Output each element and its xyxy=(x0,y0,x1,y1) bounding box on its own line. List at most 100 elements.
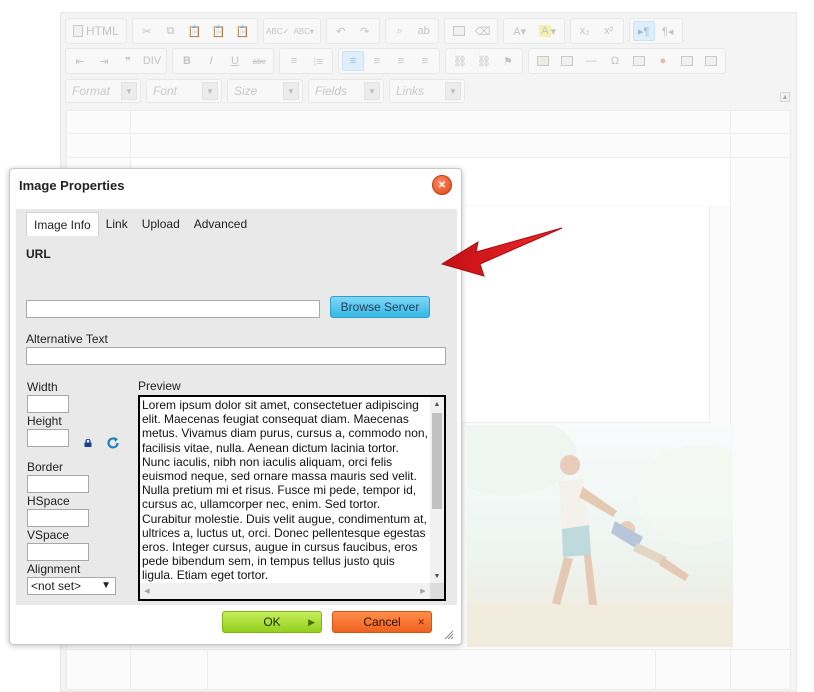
links-combo[interactable]: Links ▼ xyxy=(389,79,465,103)
text-direction-rtl-icon[interactable]: ¶◂ xyxy=(657,21,679,41)
iframe-icon[interactable] xyxy=(628,51,650,71)
collapse-toolbar-icon[interactable]: ▲ xyxy=(780,92,790,102)
table-icon[interactable] xyxy=(556,51,578,71)
tab-upload[interactable]: Upload xyxy=(134,212,187,236)
links-combo-label: Links xyxy=(396,84,425,98)
spellcheck-as-you-type-icon[interactable]: ABC▾ xyxy=(291,21,317,41)
chevron-down-icon: ▼ xyxy=(445,82,461,100)
outdent-icon[interactable]: ⇤ xyxy=(69,51,91,71)
cancel-button[interactable]: Cancel ✕ xyxy=(332,611,432,633)
preview-icon[interactable] xyxy=(700,51,722,71)
strikethrough-icon[interactable]: abc xyxy=(248,51,270,71)
unlink-icon[interactable]: ⛓ xyxy=(473,51,495,71)
justify-icon[interactable]: ≡ xyxy=(414,51,436,71)
map-pin-icon[interactable]: ● xyxy=(652,51,674,71)
align-center-icon[interactable]: ≡ xyxy=(366,51,388,71)
preview-vertical-scrollbar[interactable]: ▲ ▼ xyxy=(430,397,444,583)
toolbar-group-direction: ▸¶ ¶◂ xyxy=(628,18,683,44)
template-icon[interactable] xyxy=(676,51,698,71)
format-combo[interactable]: Format ▼ xyxy=(65,79,141,103)
paste-text-icon[interactable]: 📋 xyxy=(208,21,230,41)
chevron-down-icon: ▼ xyxy=(364,82,380,100)
remove-format-icon[interactable]: ⌫ xyxy=(472,21,494,41)
align-left-icon[interactable]: ≡ xyxy=(342,51,364,71)
resize-grip-icon[interactable] xyxy=(444,630,454,640)
link-icon[interactable]: ⛓ xyxy=(449,51,471,71)
special-char-omega-icon[interactable]: Ω xyxy=(604,51,626,71)
redo-icon[interactable]: ↷ xyxy=(354,21,376,41)
scroll-left-icon[interactable]: ◀ xyxy=(140,583,154,599)
chevron-down-icon: ▼ xyxy=(121,82,137,100)
fields-combo[interactable]: Fields ▼ xyxy=(308,79,384,103)
bold-icon[interactable]: B xyxy=(176,51,198,71)
toolbar-group-align: ≡ ≡ ≡ ≡ xyxy=(338,48,440,74)
annotation-arrow-icon xyxy=(440,227,563,277)
reset-size-icon[interactable] xyxy=(106,436,120,450)
toolbar-group-spell: ABC✓ ABC▾ xyxy=(262,18,321,44)
blockquote-icon[interactable]: ❞ xyxy=(117,51,139,71)
document-icon xyxy=(73,25,83,37)
tab-advanced[interactable]: Advanced xyxy=(186,212,255,236)
tab-image-info[interactable]: Image Info xyxy=(26,212,99,236)
text-color-icon[interactable]: A▾ xyxy=(507,21,533,41)
bulleted-list-icon[interactable]: ⁝≡ xyxy=(307,51,329,71)
ok-button[interactable]: OK ▶ xyxy=(222,611,322,633)
toolbar-row-2: ⇤ ⇥ ❞ DIV B I U abc ≡ ⁝≡ ≡ ≡ ≡ ≡ ⛓ ⛓ ⚑ —… xyxy=(65,48,726,74)
find-icon[interactable]: ⌕ xyxy=(389,21,411,41)
align-right-icon[interactable]: ≡ xyxy=(390,51,412,71)
browse-server-button[interactable]: Browse Server xyxy=(330,296,430,318)
vspace-input[interactable] xyxy=(27,543,89,561)
indent-icon[interactable]: ⇥ xyxy=(93,51,115,71)
scroll-down-icon[interactable]: ▼ xyxy=(430,569,444,583)
chevron-down-icon: ▼ xyxy=(202,82,218,100)
anchor-flag-icon[interactable]: ⚑ xyxy=(497,51,519,71)
subscript-icon[interactable]: x₂ xyxy=(574,21,596,41)
replace-icon[interactable]: ab xyxy=(413,21,435,41)
copy-icon[interactable]: ⧉ xyxy=(160,21,182,41)
toolbar-group-script: x₂ x² xyxy=(569,18,624,44)
superscript-icon[interactable]: x² xyxy=(598,21,620,41)
background-color-icon[interactable]: A ▾ xyxy=(535,21,561,41)
paste-word-icon[interactable]: 📋 xyxy=(232,21,254,41)
tab-link[interactable]: Link xyxy=(98,212,135,236)
create-div-icon[interactable]: DIV xyxy=(141,51,163,71)
format-combo-label: Format xyxy=(72,84,111,98)
italic-icon[interactable]: I xyxy=(200,51,222,71)
scroll-thumb[interactable] xyxy=(432,413,442,509)
select-all-icon[interactable] xyxy=(448,21,470,41)
horizontal-rule-icon[interactable]: — xyxy=(580,51,602,71)
divider xyxy=(655,649,656,689)
numbered-list-icon[interactable]: ≡ xyxy=(283,51,305,71)
cut-icon[interactable]: ✂ xyxy=(136,21,158,41)
divider xyxy=(67,133,790,134)
lock-ratio-icon[interactable] xyxy=(84,439,92,447)
image-properties-dialog: Image Properties ✕ Image Info Link Uploa… xyxy=(9,168,462,645)
preview-horizontal-scrollbar[interactable]: ◀ ▶ xyxy=(140,583,430,599)
spellcheck-icon[interactable]: ABC✓ xyxy=(266,21,289,41)
source-html-button[interactable]: HTML xyxy=(69,21,123,41)
border-input[interactable] xyxy=(27,475,89,493)
undo-icon[interactable]: ↶ xyxy=(330,21,352,41)
scroll-up-icon[interactable]: ▲ xyxy=(430,397,444,411)
width-input[interactable] xyxy=(27,395,69,413)
text-direction-ltr-icon[interactable]: ▸¶ xyxy=(632,21,655,41)
paste-icon[interactable]: 📋 xyxy=(184,21,206,41)
alignment-select[interactable]: <not set> ▼ xyxy=(27,577,116,595)
size-combo-label: Size xyxy=(234,84,258,98)
underline-icon[interactable]: U xyxy=(224,51,246,71)
close-icon[interactable]: ✕ xyxy=(432,175,452,195)
preview-text: Lorem ipsum dolor sit amet, consectetuer… xyxy=(142,398,428,582)
preview-box[interactable]: Lorem ipsum dolor sit amet, consectetuer… xyxy=(138,395,446,601)
size-combo[interactable]: Size ▼ xyxy=(227,79,303,103)
url-input[interactable] xyxy=(26,300,320,318)
image-icon[interactable] xyxy=(532,51,554,71)
font-combo-label: Font xyxy=(153,84,178,98)
border-label: Border xyxy=(27,460,64,474)
url-label: URL xyxy=(26,247,51,261)
height-input[interactable] xyxy=(27,429,69,447)
font-combo[interactable]: Font ▼ xyxy=(146,79,222,103)
family-photo xyxy=(467,425,733,647)
scroll-right-icon[interactable]: ▶ xyxy=(416,583,430,599)
alt-text-input[interactable] xyxy=(26,347,446,365)
hspace-input[interactable] xyxy=(27,509,89,527)
